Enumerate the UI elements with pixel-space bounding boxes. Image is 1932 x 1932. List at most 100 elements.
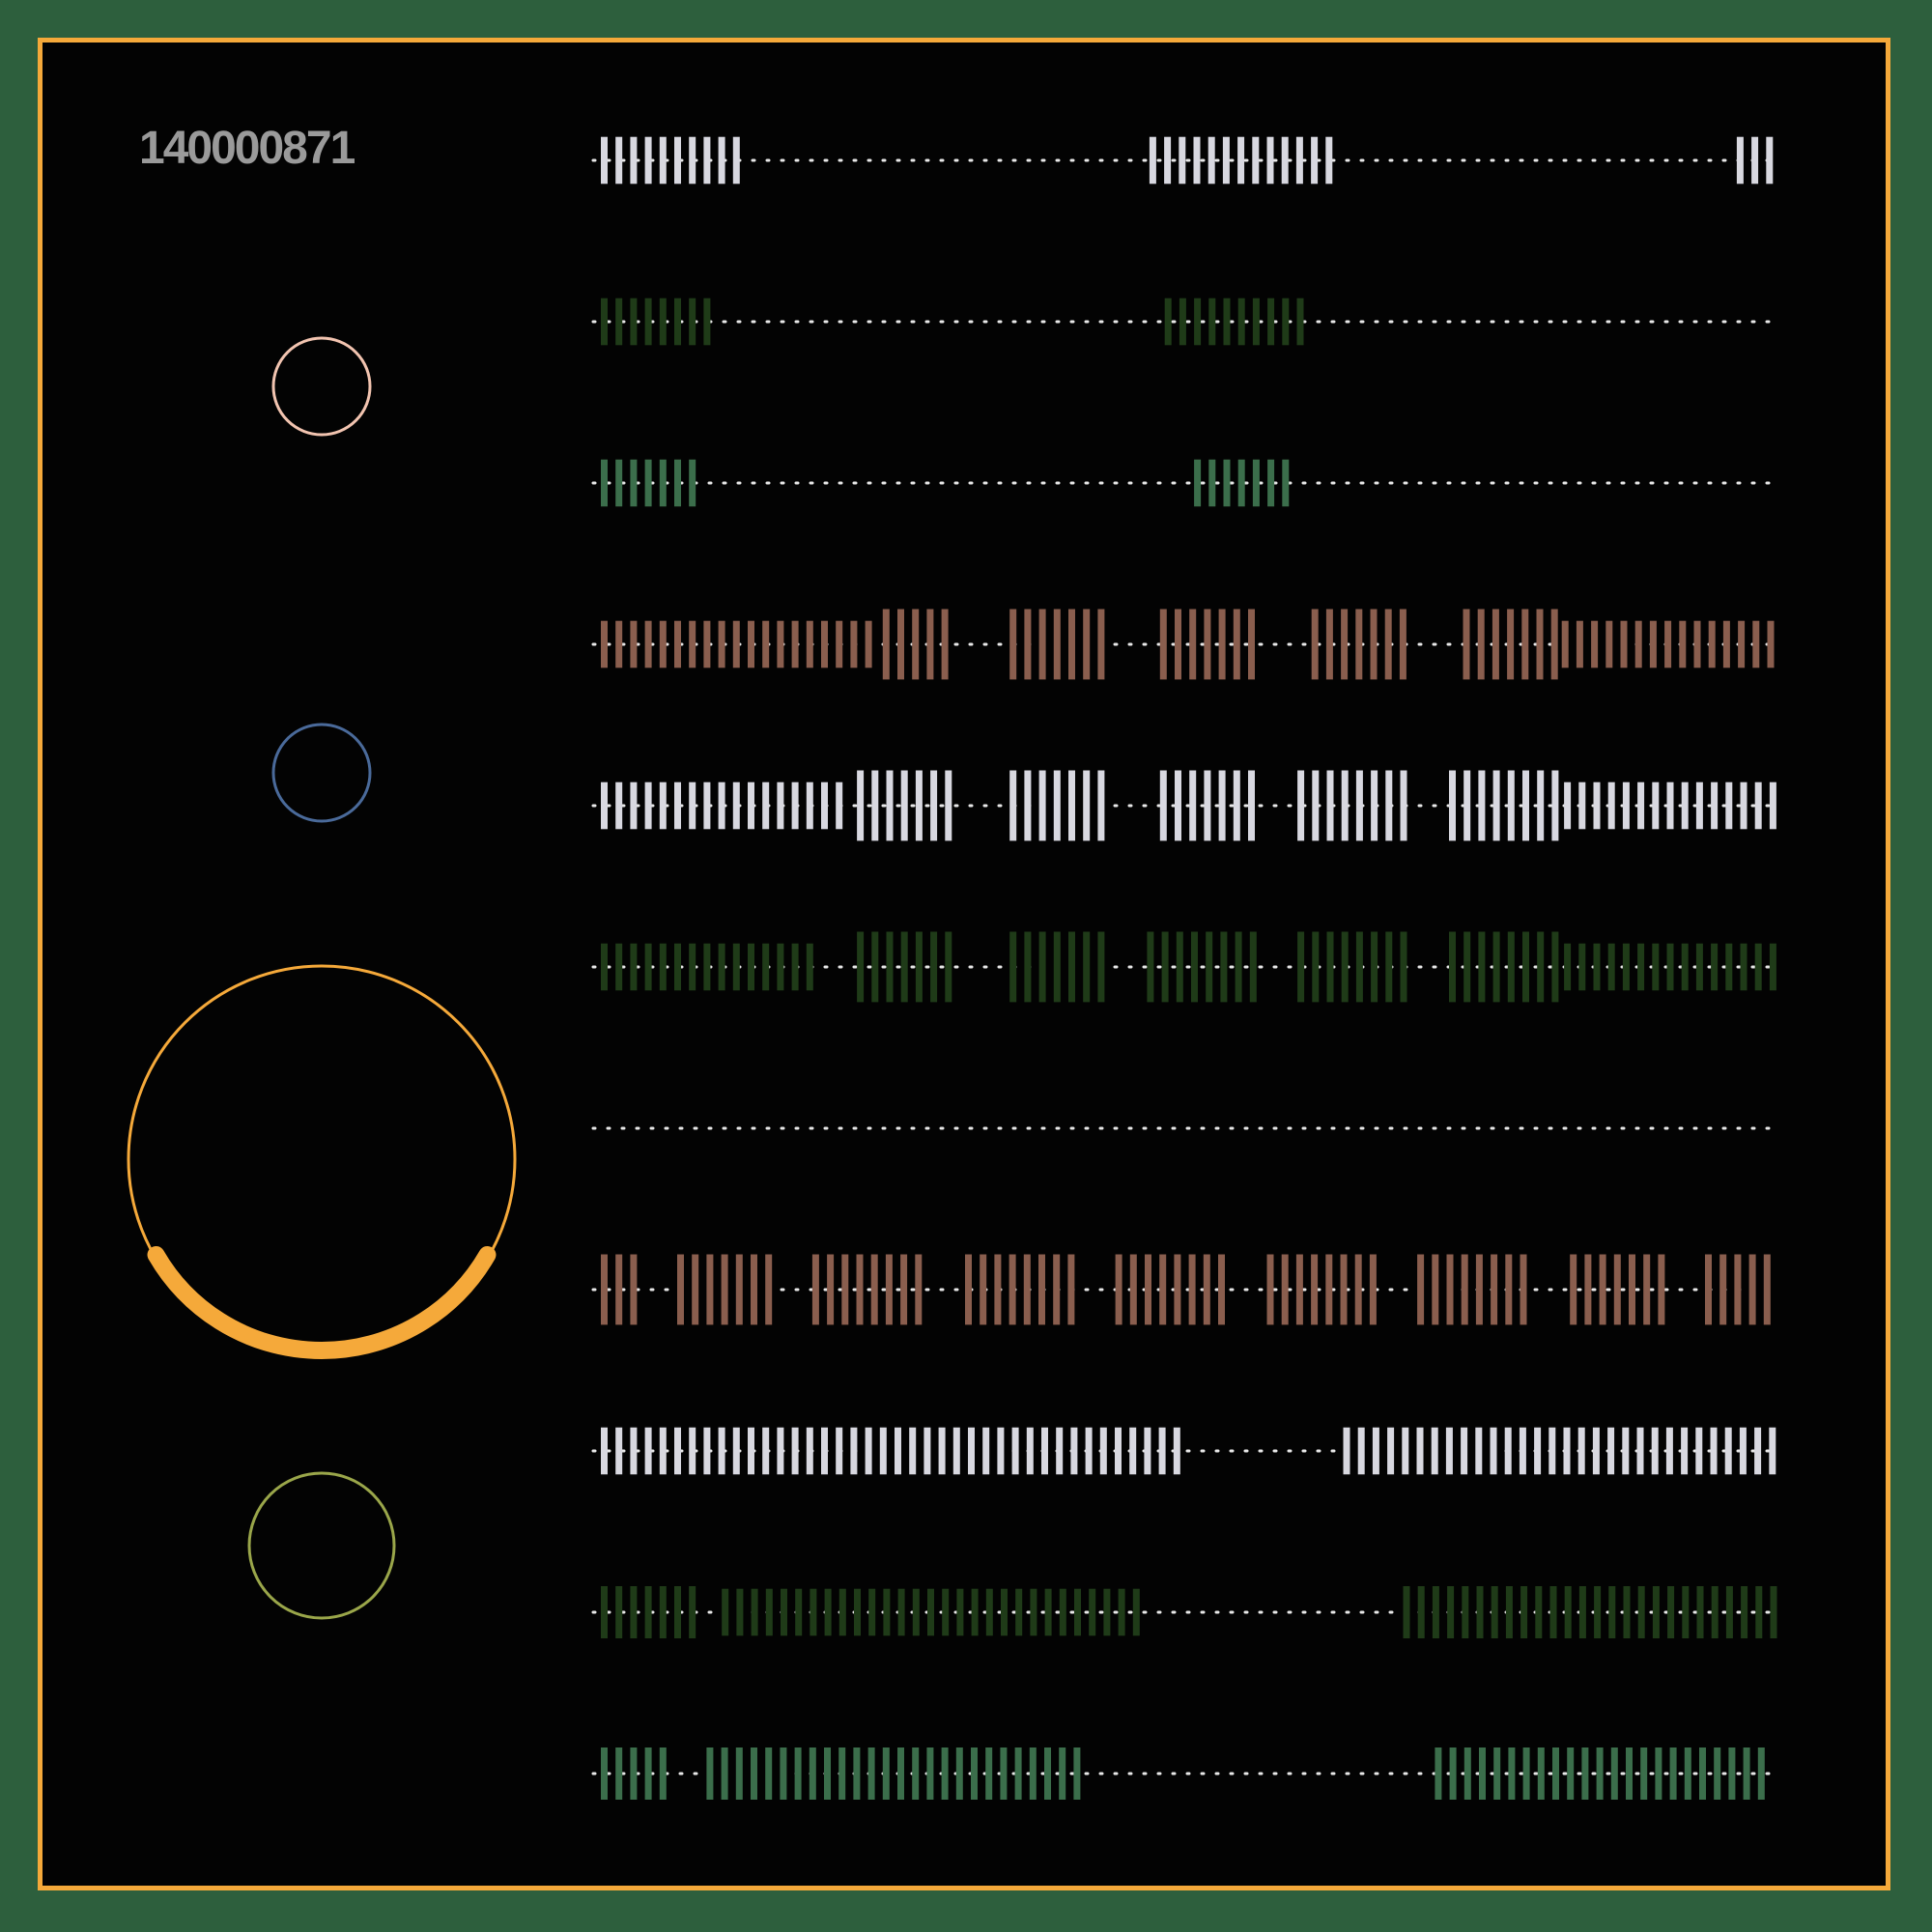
bar xyxy=(1666,943,1674,991)
bar xyxy=(806,1427,813,1475)
bar xyxy=(1416,1427,1424,1475)
bar xyxy=(1637,943,1645,991)
bar xyxy=(1651,1427,1659,1475)
bar xyxy=(1325,1254,1333,1325)
bar xyxy=(952,1427,960,1475)
bar xyxy=(1173,1427,1180,1475)
bar xyxy=(1551,931,1559,1003)
bar xyxy=(1763,1254,1771,1325)
bar xyxy=(810,1588,817,1636)
bar xyxy=(938,1427,946,1475)
bar xyxy=(1664,620,1672,668)
bar xyxy=(821,781,828,830)
bar xyxy=(1724,1427,1732,1475)
bar xyxy=(941,609,949,680)
bar xyxy=(751,1588,758,1636)
bar xyxy=(965,1254,972,1325)
bar xyxy=(1537,770,1545,841)
bar xyxy=(615,620,623,668)
bar xyxy=(615,1586,623,1638)
bar xyxy=(1751,136,1759,185)
bar xyxy=(1132,1588,1140,1636)
bar xyxy=(1593,781,1601,830)
bar xyxy=(886,770,894,841)
bar xyxy=(777,1427,784,1475)
bar xyxy=(1001,1588,1008,1636)
bar xyxy=(1053,1254,1061,1325)
bar xyxy=(1326,931,1334,1003)
bar xyxy=(630,459,638,507)
bar xyxy=(980,1254,987,1325)
bar xyxy=(1770,1586,1777,1638)
bar xyxy=(1041,1427,1048,1475)
bar xyxy=(1038,1254,1045,1325)
bar xyxy=(897,1588,905,1636)
bar xyxy=(777,620,784,668)
bar xyxy=(1462,1586,1469,1638)
bar xyxy=(1463,609,1470,680)
bar xyxy=(912,609,920,680)
bar xyxy=(897,609,904,680)
bar xyxy=(968,1427,975,1475)
bar xyxy=(1295,136,1303,185)
bar xyxy=(1563,1427,1571,1475)
bar xyxy=(1341,931,1349,1003)
bar xyxy=(1592,1427,1600,1475)
bar xyxy=(867,1747,875,1800)
bar xyxy=(1767,620,1775,668)
bar xyxy=(1282,298,1290,346)
bar xyxy=(1607,1427,1615,1475)
bar xyxy=(1355,770,1363,841)
bar xyxy=(1343,1427,1350,1475)
bar xyxy=(659,459,667,507)
bar xyxy=(1769,781,1776,830)
bar xyxy=(912,1747,920,1800)
bar xyxy=(630,781,638,830)
bar xyxy=(1649,620,1657,668)
bar xyxy=(1669,1747,1677,1800)
bar xyxy=(630,1254,638,1325)
bar xyxy=(1248,770,1255,841)
bar xyxy=(689,781,696,830)
bar xyxy=(1508,1747,1516,1800)
olive-ring-icon xyxy=(247,1471,396,1620)
bar xyxy=(1666,781,1674,830)
bar xyxy=(806,620,813,668)
bar xyxy=(1083,770,1091,841)
bar xyxy=(1282,459,1290,507)
bar xyxy=(1754,943,1762,991)
bar xyxy=(1684,1747,1691,1800)
bar xyxy=(915,1254,923,1325)
bar xyxy=(824,1747,831,1800)
bar xyxy=(942,1588,950,1636)
bar xyxy=(630,943,638,991)
bar xyxy=(1695,1427,1703,1475)
bar xyxy=(1129,1427,1137,1475)
bar xyxy=(982,1427,990,1475)
bar xyxy=(630,1427,638,1475)
bar xyxy=(1023,1254,1031,1325)
bar xyxy=(677,1254,684,1325)
bar xyxy=(806,943,813,991)
bar xyxy=(601,459,608,507)
bar xyxy=(703,136,711,185)
bar xyxy=(1044,1588,1052,1636)
bar xyxy=(927,1588,934,1636)
bar xyxy=(659,136,667,185)
bar xyxy=(659,1586,667,1638)
bar xyxy=(1754,1427,1762,1475)
bar xyxy=(1740,781,1747,830)
bar xyxy=(659,620,667,668)
bar xyxy=(915,931,923,1003)
bar xyxy=(930,770,938,841)
bar xyxy=(945,770,952,841)
bar xyxy=(1699,1747,1706,1800)
bar xyxy=(703,943,711,991)
bar xyxy=(644,943,652,991)
bar xyxy=(1176,931,1183,1003)
bar xyxy=(615,459,623,507)
bar xyxy=(1083,609,1091,680)
bar xyxy=(1463,931,1471,1003)
bar xyxy=(1118,1588,1125,1636)
bar xyxy=(1014,1747,1022,1800)
